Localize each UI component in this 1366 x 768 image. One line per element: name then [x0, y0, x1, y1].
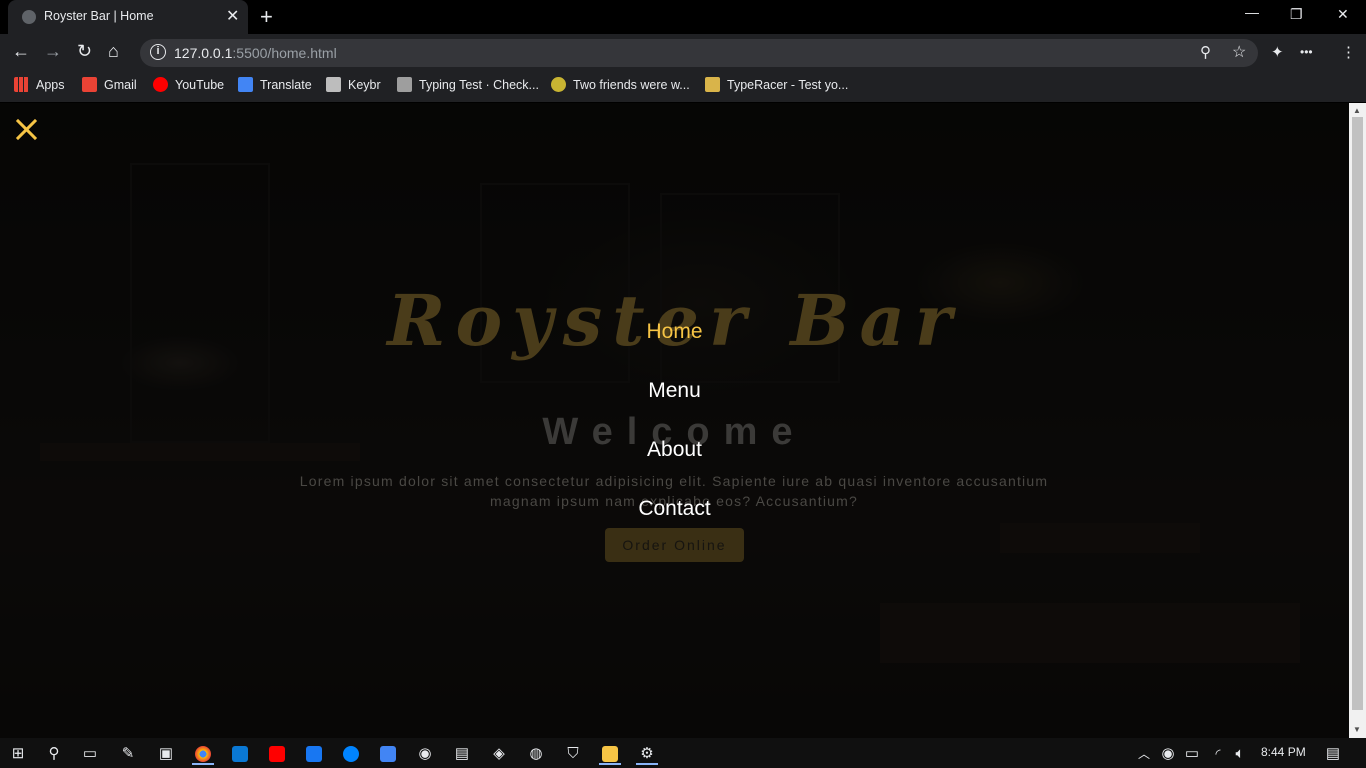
nav-menu[interactable]: Menu: [0, 379, 1349, 403]
more-menu-icon[interactable]: ⋮: [1341, 43, 1356, 61]
bookmark-label: Two friends were w...: [573, 78, 690, 92]
nav-about[interactable]: About: [0, 438, 1349, 462]
bookmark-apps[interactable]: Apps: [14, 77, 65, 92]
folder-icon: [602, 746, 618, 763]
window-close-icon[interactable]: ✕: [1337, 6, 1349, 23]
address-bar[interactable]: i 127.0.0.1:5500/home.html ⚲ ☆: [140, 39, 1258, 67]
search-icon[interactable]: ⚲: [43, 743, 65, 765]
bookmark-translate[interactable]: Translate: [238, 77, 312, 92]
facebook-logo-icon: [306, 746, 322, 763]
vscode-icon[interactable]: [229, 743, 251, 765]
zoom-icon[interactable]: ⚲: [1200, 43, 1211, 61]
bookmarks-bar: Apps Gmail YouTube Translate Keybr Typin…: [0, 70, 1366, 102]
scroll-up-arrow-icon[interactable]: ▲: [1353, 106, 1361, 115]
browser-tab[interactable]: Royster Bar | Home ✕: [8, 0, 248, 34]
minimize-icon[interactable]: —: [1245, 4, 1259, 20]
browser-tab-strip: Royster Bar | Home ✕ + — ❐ ✕: [0, 0, 1366, 34]
file-explorer-icon[interactable]: [599, 743, 621, 765]
record-icon[interactable]: ◉: [1157, 743, 1179, 765]
gamepad-icon[interactable]: ◈: [488, 743, 510, 765]
restore-icon[interactable]: ❐: [1290, 6, 1303, 23]
url-host: 127.0.0.1: [174, 45, 233, 61]
bookmark-label: Gmail: [104, 78, 137, 92]
facebook-icon[interactable]: [303, 743, 325, 765]
close-menu-icon[interactable]: [14, 117, 40, 143]
bookmark-label: Translate: [260, 78, 312, 92]
reload-icon[interactable]: ↻: [77, 41, 92, 62]
bookmark-gmail[interactable]: Gmail: [82, 77, 137, 92]
battery-icon[interactable]: ▭: [1181, 743, 1203, 765]
bookmark-keybr[interactable]: Keybr: [326, 77, 381, 92]
globe-taskbar-icon[interactable]: ◍: [525, 743, 547, 765]
translate-logo-icon: [380, 746, 396, 763]
forward-arrow-icon[interactable]: →: [44, 41, 62, 62]
back-arrow-icon[interactable]: ←: [12, 41, 30, 62]
tab-title: Royster Bar | Home: [44, 9, 154, 23]
order-online-button[interactable]: Order Online: [605, 528, 744, 562]
youtube-taskbar-icon[interactable]: [266, 743, 288, 765]
clock[interactable]: 8:44 PM: [1261, 745, 1306, 759]
url-text[interactable]: 127.0.0.1:5500/home.html: [174, 45, 337, 61]
youtube-icon: [153, 77, 168, 92]
wifi-icon[interactable]: ◜: [1207, 743, 1229, 765]
translate-taskbar-icon[interactable]: [377, 743, 399, 765]
bookmark-label: Typing Test · Check...: [419, 78, 539, 92]
app-icon[interactable]: ✎: [117, 743, 139, 765]
chevron-up-icon[interactable]: ︿: [1133, 743, 1155, 765]
bookmark-two-friends[interactable]: Two friends were w...: [551, 77, 690, 92]
new-tab-button[interactable]: +: [260, 4, 273, 30]
typeracer-icon: [705, 77, 720, 92]
nav-home[interactable]: Home: [0, 320, 1349, 344]
story-icon: [551, 77, 566, 92]
terminal-icon[interactable]: ▣: [155, 743, 177, 765]
page-viewport: Royster Bar Welcome Lorem ipsum dolor si…: [0, 103, 1349, 738]
info-icon[interactable]: i: [150, 44, 166, 60]
intro-line: Lorem ipsum dolor sit amet consectetur a…: [299, 473, 1049, 489]
url-path: :5500/home.html: [232, 45, 337, 61]
tab-close-icon[interactable]: ✕: [226, 6, 239, 26]
windows-start-icon[interactable]: ⊞: [7, 743, 29, 765]
bookmark-label: Keybr: [348, 78, 381, 92]
typing-test-icon: [397, 77, 412, 92]
task-view-icon[interactable]: ▭: [79, 743, 101, 765]
home-icon[interactable]: ⌂: [108, 41, 119, 62]
nav-contact[interactable]: Contact: [0, 497, 1349, 521]
bookmark-typing-test[interactable]: Typing Test · Check...: [397, 77, 539, 92]
messenger-logo-icon: [343, 746, 359, 763]
browser-toolbar: ← → ↻ ⌂ i 127.0.0.1:5500/home.html ⚲ ☆ ✦…: [0, 34, 1366, 70]
settings-gear-icon[interactable]: ⚙: [636, 743, 658, 765]
app-icon[interactable]: ▤: [451, 743, 473, 765]
page-scrollbar[interactable]: ▲ ▼: [1349, 103, 1366, 738]
globe-icon: [22, 10, 36, 24]
gmail-icon: [82, 77, 97, 92]
shield-icon[interactable]: ⛉: [562, 743, 584, 765]
apps-grid-icon: [14, 77, 29, 92]
bookmark-youtube[interactable]: YouTube: [153, 77, 224, 92]
bookmark-star-icon[interactable]: ☆: [1232, 42, 1246, 62]
keybr-icon: [326, 77, 341, 92]
extensions-puzzle-icon[interactable]: ✦: [1271, 43, 1284, 61]
scroll-down-arrow-icon[interactable]: ▼: [1353, 725, 1361, 734]
scrollbar-thumb[interactable]: [1352, 117, 1363, 710]
notification-icon[interactable]: ▤: [1322, 743, 1344, 765]
bookmark-label: Apps: [36, 78, 65, 92]
bookmark-label: YouTube: [175, 78, 225, 92]
extension-icon[interactable]: •••: [1300, 45, 1313, 59]
volume-icon[interactable]: 🔈︎: [1229, 743, 1251, 765]
messenger-icon[interactable]: [340, 743, 362, 765]
windows-taskbar: ⊞ ⚲ ▭ ✎ ▣ ◉ ▤ ◈ ◍ ⛉ ⚙ ︿ ◉ ▭ ◜ 🔈︎ 8:44 PM…: [0, 738, 1366, 768]
vscode-logo-icon: [232, 746, 248, 763]
chrome-logo-icon: [195, 746, 211, 763]
translate-icon: [238, 77, 253, 92]
youtube-logo-icon: [269, 746, 285, 763]
bookmark-typeracer[interactable]: TypeRacer - Test yo...: [705, 77, 848, 92]
steam-icon[interactable]: ◉: [414, 743, 436, 765]
chrome-icon[interactable]: [192, 743, 214, 765]
bookmark-label: TypeRacer - Test yo...: [727, 78, 849, 92]
